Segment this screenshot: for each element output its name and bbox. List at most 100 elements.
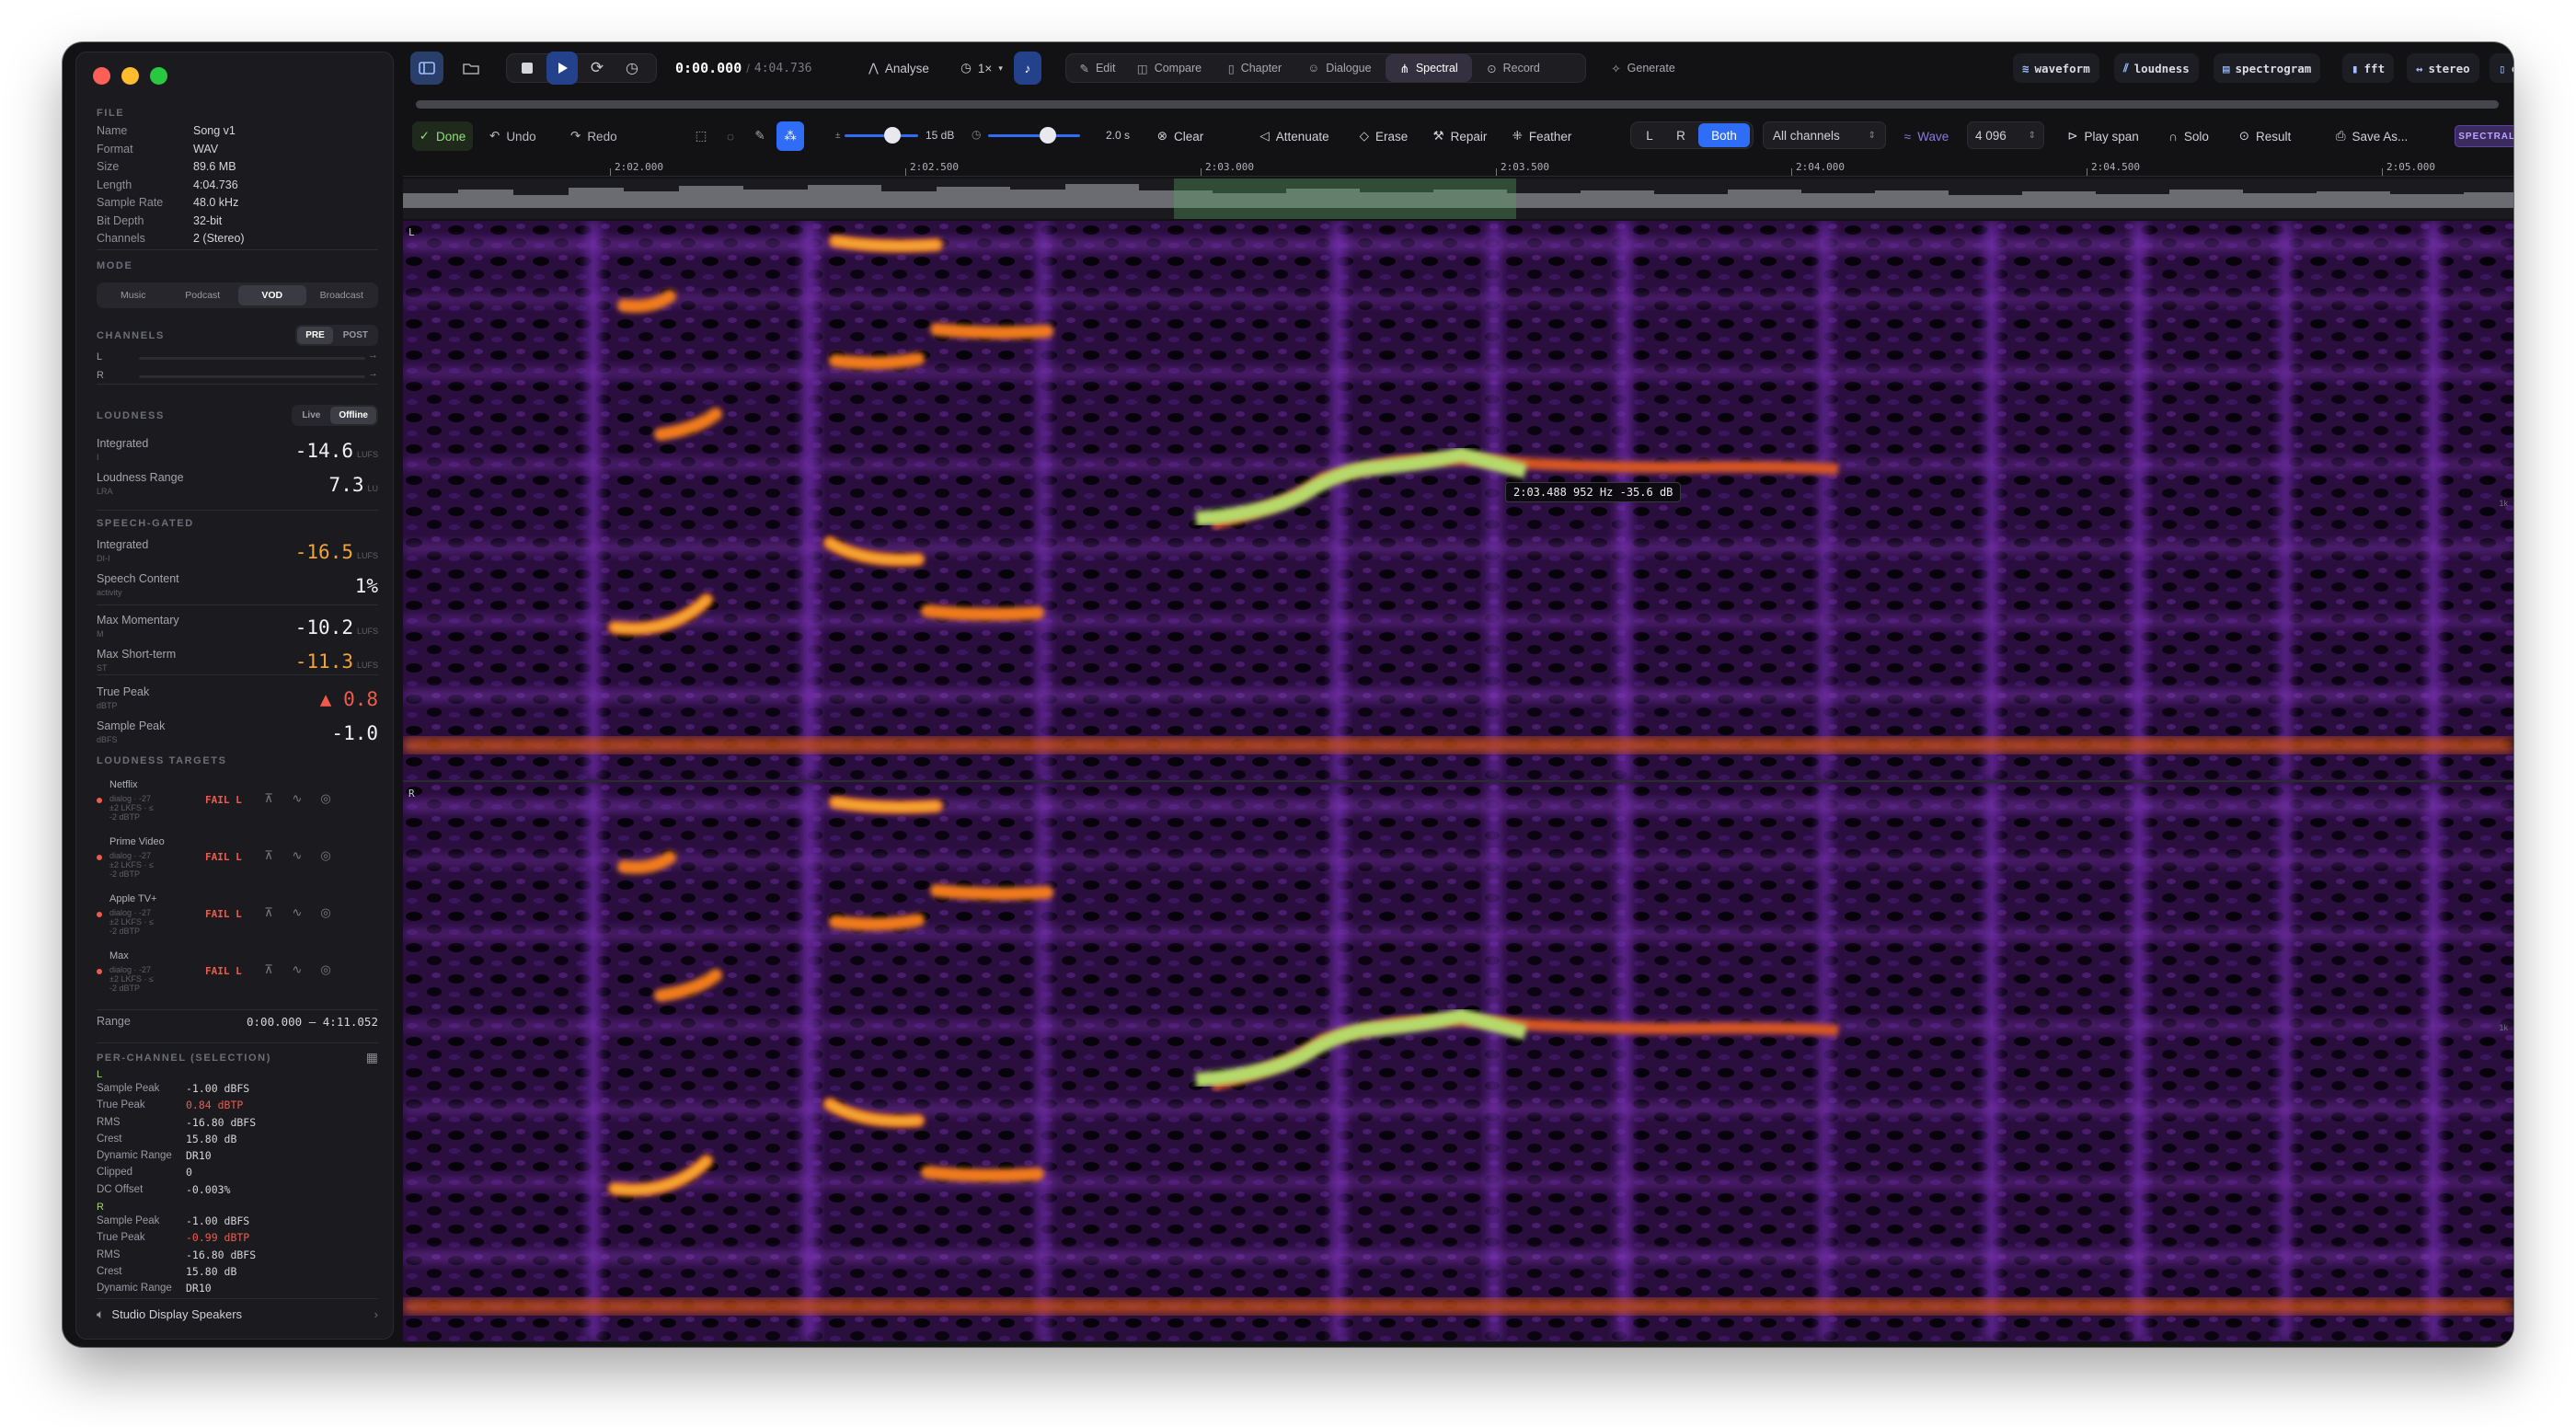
time-ruler[interactable]: 2:02.000 2:02.500 2:03.000 2:03.500 2:04… xyxy=(403,158,2513,177)
channel-l-button[interactable]: L xyxy=(1636,121,1663,149)
redo-button[interactable]: ↷ Redo xyxy=(570,121,635,151)
stop-button[interactable] xyxy=(512,52,543,85)
time-sep: / xyxy=(746,61,750,75)
view-fft-toggle[interactable]: ▮ fft xyxy=(2342,53,2395,83)
view-waveform-toggle[interactable]: ≋ waveform xyxy=(2013,53,2099,83)
pc-value: -16.80 dBFS xyxy=(186,1115,257,1129)
time-slider-track[interactable] xyxy=(988,134,1080,137)
file-value: 48.0 kHz xyxy=(193,196,239,209)
play-span-button[interactable]: ⊳ Play span xyxy=(2055,121,2151,151)
magic-wand-tool[interactable]: ⁂ xyxy=(776,121,804,151)
channel-r-button[interactable]: R xyxy=(1667,121,1695,149)
lasso-tool[interactable]: ◌ xyxy=(718,121,743,151)
post-button[interactable]: POST xyxy=(335,327,376,344)
repair-button[interactable]: ⚒ Repair xyxy=(1424,121,1496,151)
play-button[interactable] xyxy=(546,52,578,85)
waveform-icon: ≋ xyxy=(2022,61,2030,75)
fft-size-select[interactable]: 4 096 ⇕ xyxy=(1967,121,2044,149)
tab-dialogue[interactable]: ☺ Dialogue xyxy=(1297,52,1382,85)
target-icon[interactable]: ◎ xyxy=(317,904,334,921)
loop-button[interactable]: ⟳ xyxy=(581,52,613,85)
view-loudness-toggle[interactable]: ⫽ loudness xyxy=(2114,53,2199,83)
window-controls xyxy=(93,67,167,85)
db-slider-track[interactable] xyxy=(845,134,918,137)
integrated-sub: I xyxy=(97,453,99,462)
target-icon[interactable]: ◎ xyxy=(317,847,334,864)
view-chapters-toggle[interactable]: ▯ chapters xyxy=(2490,53,2513,83)
target-prime-video[interactable]: Prime Video dialog · -27 ±2 LKFS · ≤ -2 dB… xyxy=(97,836,378,892)
sample-peak-metric: Sample Peak dBFS -1.0 xyxy=(97,718,378,744)
zoom-window-button[interactable] xyxy=(150,67,167,85)
generate-button[interactable]: ✧ Generate xyxy=(1599,52,1687,85)
save-as-button[interactable]: ⎙ Save As... xyxy=(2326,121,2418,151)
analyse-button[interactable]: ⋀ Analyse xyxy=(859,52,938,85)
mode-broadcast[interactable]: Broadcast xyxy=(308,285,376,305)
done-button[interactable]: ✓ Done xyxy=(412,121,473,151)
brush-tool[interactable]: ✎ xyxy=(747,121,773,151)
time-slider-thumb[interactable] xyxy=(1040,127,1056,144)
pc-value: -0.99 dBTP xyxy=(186,1231,250,1245)
target-netflix[interactable]: Netflix dialog · -27 ±2 LKFS · ≤ -2 dBTP F… xyxy=(97,779,378,834)
mode-music[interactable]: Music xyxy=(99,285,167,305)
undo-button[interactable]: ↶ Undo xyxy=(489,121,554,151)
view-spectrogram-toggle[interactable]: ▤ spectrogram xyxy=(2214,53,2321,83)
target-max[interactable]: Max dialog · -27 ±2 LKFS · ≤ -2 dBTP FAIL … xyxy=(97,950,378,1006)
view-stereo-toggle[interactable]: ↔ stereo xyxy=(2407,53,2479,83)
tab-edit[interactable]: ✎ Edit xyxy=(1073,52,1122,85)
solo-button[interactable]: ∩ Solo xyxy=(2158,121,2219,151)
metronome-button[interactable]: ◷ xyxy=(616,52,648,85)
clear-button[interactable]: ⊗ Clear xyxy=(1150,121,1211,151)
erase-button[interactable]: ◇ Erase xyxy=(1351,121,1417,151)
done-label: Done xyxy=(436,129,466,144)
max-momentary-unit: LUFS xyxy=(356,627,378,636)
overview-waveform[interactable] xyxy=(403,178,2513,219)
db-slider-thumb[interactable] xyxy=(884,127,901,144)
channel-both-button[interactable]: Both xyxy=(1698,123,1750,147)
pin-icon[interactable]: ⊼ xyxy=(260,961,277,978)
live-button[interactable]: Live xyxy=(293,407,328,424)
headphones-icon: ∩ xyxy=(2168,129,2178,144)
pulse-icon[interactable]: ∿ xyxy=(289,847,305,864)
open-folder-button[interactable] xyxy=(454,52,488,85)
tab-compare[interactable]: ◫ Compare xyxy=(1126,52,1213,85)
lra-metric: Loudness Range LRA 7.3 LU xyxy=(97,469,378,496)
mode-podcast[interactable]: Podcast xyxy=(169,285,237,305)
overview-scrubber[interactable] xyxy=(416,100,2499,109)
tab-chapter[interactable]: ▯ Chapter xyxy=(1216,52,1294,85)
tab-spectral[interactable]: ⋔ Spectral xyxy=(1386,54,1472,82)
pencil-icon: ✎ xyxy=(1079,62,1089,75)
offline-button[interactable]: Offline xyxy=(330,407,376,424)
target-icon[interactable]: ◎ xyxy=(317,961,334,978)
undo-icon: ↶ xyxy=(489,129,500,143)
pulse-icon[interactable]: ∿ xyxy=(289,790,305,807)
table-icon[interactable]: ▦ xyxy=(366,1050,378,1065)
pin-icon[interactable]: ⊼ xyxy=(260,847,277,864)
target-icon[interactable]: ◎ xyxy=(317,790,334,807)
wave-toggle[interactable]: ≈ Wave xyxy=(1893,121,1960,151)
sidebar-toggle-button[interactable] xyxy=(410,52,443,85)
pulse-icon[interactable]: ∿ xyxy=(289,904,305,921)
output-device-selector[interactable]: 🔈︎ Studio Display Speakers › xyxy=(97,1298,378,1329)
playback-rate-button[interactable]: ◷ 1× ▾ xyxy=(955,52,1008,85)
pulse-icon[interactable]: ∿ xyxy=(289,961,305,978)
pin-icon[interactable]: ⊼ xyxy=(260,790,277,807)
spectrogram-left[interactable]: L 1k 2:03.488 952 Hz -35.6 dB xyxy=(403,221,2513,780)
tab-record[interactable]: ⊙ Record xyxy=(1476,52,1551,85)
spectrogram-right[interactable]: R 1k xyxy=(403,782,2513,1341)
updown-icon: ⇕ xyxy=(2028,130,2036,141)
attenuate-button[interactable]: ◁ Attenuate xyxy=(1248,121,1341,151)
pitch-button[interactable]: ♪ xyxy=(1014,52,1041,85)
minimize-window-button[interactable] xyxy=(121,67,139,85)
speech-integrated-value: -16.5 xyxy=(294,541,353,563)
max-momentary-metric: Max Momentary M -10.2 LUFS xyxy=(97,612,378,639)
result-button[interactable]: ⊙ Result xyxy=(2226,121,2304,151)
close-window-button[interactable] xyxy=(93,67,110,85)
pre-button[interactable]: PRE xyxy=(297,327,333,344)
feather-button[interactable]: ⁜ Feather xyxy=(1503,121,1581,151)
tab-compare-label: Compare xyxy=(1154,62,1202,75)
target-apple-tv[interactable]: Apple TV+ dialog · -27 ±2 LKFS · ≤ -2 dBTP… xyxy=(97,893,378,949)
channels-select[interactable]: All channels ⇕ xyxy=(1763,121,1886,149)
rect-select-tool[interactable]: ⬚ xyxy=(688,121,714,151)
pin-icon[interactable]: ⊼ xyxy=(260,904,277,921)
mode-vod[interactable]: VOD xyxy=(238,285,306,305)
